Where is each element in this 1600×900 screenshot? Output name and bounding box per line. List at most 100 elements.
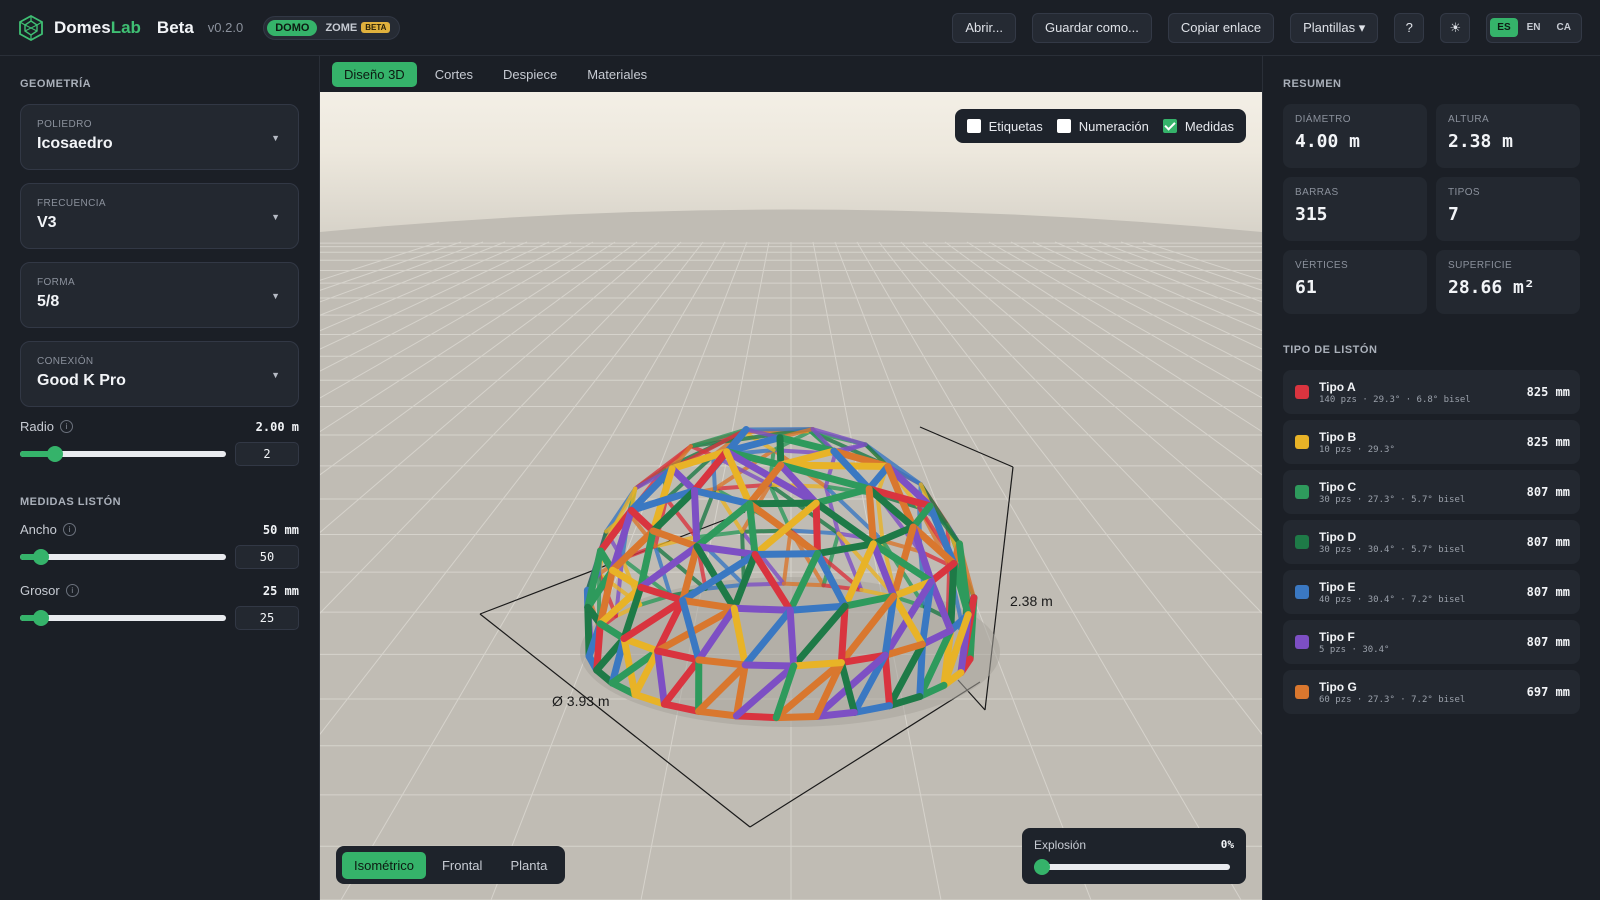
thickness-input[interactable]: 25 — [235, 606, 299, 630]
frequency-select[interactable]: FRECUENCIA V3 ▼ — [20, 183, 299, 249]
3d-viewport[interactable]: Ø 3.93 m 2.38 m Etiquetas Numeración Med… — [320, 92, 1262, 900]
dome-strut — [776, 434, 785, 469]
select-value: 5/8 — [37, 293, 60, 310]
lang-en[interactable]: EN — [1520, 18, 1548, 37]
checkbox-box[interactable] — [1056, 119, 1071, 133]
height-dimension-label: 2.38 m — [1010, 593, 1053, 609]
thickness-slider-row: 25 — [20, 606, 299, 630]
stat-label: ALTURA — [1448, 114, 1490, 125]
thickness-slider[interactable] — [20, 610, 226, 626]
info-icon[interactable]: i — [65, 584, 79, 597]
stat-value: 315 — [1295, 204, 1328, 225]
width-slider[interactable] — [20, 549, 226, 565]
radius-input[interactable]: 2 — [235, 442, 299, 466]
summary-stats: DIÁMETRO 4.00 m ALTURA 2.38 m BARRAS 315 TI… — [1283, 104, 1580, 314]
copy-link-button[interactable]: Copiar enlace — [1167, 12, 1275, 43]
top-actions: Abrir... Guardar como... Copiar enlace P… — [952, 12, 1582, 43]
stat-surface: SUPERFICIE 28.66 m² — [1436, 250, 1580, 314]
type-length: 807 mm — [1526, 485, 1570, 499]
type-detail: 30 pzs · 30.4° · 5.7° bisel — [1319, 544, 1466, 555]
tab-cuts[interactable]: Cortes — [423, 62, 485, 87]
select-value: V3 — [37, 214, 57, 231]
mode-toggle[interactable]: DOMO ZOME BETA — [263, 15, 401, 40]
checkbox-box[interactable] — [966, 119, 981, 133]
version-label: v0.2.0 — [207, 20, 244, 35]
strip-type-list: Tipo A 140 pzs · 29.3° · 6.8° bisel 825 mm… — [1283, 370, 1580, 714]
type-length: 825 mm — [1526, 385, 1570, 399]
strip-type-f[interactable]: Tipo F5 pzs · 30.4° 807 mm — [1283, 620, 1580, 664]
stat-vertices: VÉRTICES 61 — [1283, 250, 1427, 314]
strip-type-e[interactable]: Tipo E 40 pzs · 30.4° · 7.2° bisel 807 mm — [1283, 570, 1580, 614]
slider-thumb[interactable] — [32, 610, 49, 626]
chevron-down-icon: ▼ — [271, 291, 280, 301]
polyhedron-select[interactable]: POLIEDRO Icosaedro ▼ — [20, 104, 299, 170]
labels-checkbox[interactable]: Etiquetas — [966, 119, 1043, 134]
connection-select[interactable]: CONEXIÓN Good K Pro ▼ — [20, 341, 299, 407]
slider-thumb[interactable] — [1034, 859, 1050, 875]
shape-select[interactable]: FORMA 5/8 ▼ — [20, 262, 299, 328]
slider-thumb[interactable] — [32, 549, 49, 565]
info-icon[interactable]: i — [59, 420, 73, 433]
checkbox-label: Medidas — [1184, 118, 1234, 134]
select-label: POLIEDRO — [37, 119, 92, 130]
dome-strut — [812, 499, 821, 558]
tab-design-3d[interactable]: Diseño 3D — [332, 61, 417, 87]
dome-strut — [746, 499, 820, 508]
radius-label-text: Radio — [20, 419, 54, 434]
mode-domo[interactable]: DOMO — [267, 19, 318, 36]
select-value: Icosaedro — [37, 135, 113, 152]
strip-type-b[interactable]: Tipo B 10 pzs · 29.3° 825 mm — [1283, 420, 1580, 464]
info-icon[interactable]: i — [62, 523, 76, 536]
type-detail: 40 pzs · 30.4° · 7.2° bisel — [1319, 594, 1466, 605]
view-isometric-button[interactable]: Isométrico — [342, 851, 426, 879]
dome-strut — [751, 550, 821, 558]
main-tabs: Diseño 3D Cortes Despiece Materiales — [320, 56, 1262, 92]
explosion-slider[interactable] — [1034, 859, 1230, 875]
strip-type-c[interactable]: Tipo C 30 pzs · 27.3° · 5.7° bisel 807 mm — [1283, 470, 1580, 514]
numbering-checkbox[interactable]: Numeración — [1056, 119, 1149, 134]
type-detail: 60 pzs · 27.3° · 7.2° bisel — [1319, 694, 1466, 705]
explosion-value: 0% — [1220, 838, 1234, 851]
diameter-dimension-label: Ø 3.93 m — [552, 693, 610, 709]
stat-value: 61 — [1295, 277, 1317, 298]
tab-materials[interactable]: Materiales — [575, 62, 659, 87]
width-input[interactable]: 50 — [235, 545, 299, 569]
stat-types: TIPOS 7 — [1436, 177, 1580, 241]
templates-dropdown[interactable]: Plantillas ▾ — [1290, 12, 1379, 43]
radius-slider[interactable] — [20, 446, 226, 462]
open-button[interactable]: Abrir... — [952, 12, 1016, 43]
measures-checkbox[interactable]: Medidas — [1162, 118, 1234, 134]
stat-value: 7 — [1448, 204, 1459, 225]
chevron-down-icon: ▼ — [271, 212, 280, 222]
color-swatch — [1295, 435, 1309, 449]
stat-value: 2.38 m — [1448, 131, 1514, 152]
stat-label: DIÁMETRO — [1295, 114, 1351, 125]
dome-strut — [786, 602, 849, 614]
width-slider-row: 50 — [20, 545, 299, 569]
view-front-button[interactable]: Frontal — [430, 852, 494, 879]
strip-type-d[interactable]: Tipo D 30 pzs · 30.4° · 5.7° bisel 807 mm — [1283, 520, 1580, 564]
width-row: Ancho i 50 mm — [20, 522, 299, 537]
dome-strut — [865, 485, 877, 548]
lang-ca[interactable]: CA — [1550, 18, 1578, 37]
dome-strut — [695, 707, 740, 720]
theme-toggle-sun-icon[interactable]: ☀ — [1440, 12, 1471, 43]
slider-thumb[interactable] — [47, 446, 64, 462]
strip-type-a[interactable]: Tipo A 140 pzs · 29.3° · 6.8° bisel 825 mm — [1283, 370, 1580, 414]
radius-label: Radio i — [20, 419, 73, 434]
tab-breakdown[interactable]: Despiece — [491, 62, 569, 87]
view-plan-button[interactable]: Planta — [498, 852, 559, 879]
type-length: 807 mm — [1526, 635, 1570, 649]
app-name: DomesLab — [54, 18, 141, 38]
type-length: 697 mm — [1526, 685, 1570, 699]
help-button[interactable]: ? — [1394, 12, 1425, 43]
strip-type-g[interactable]: Tipo G 60 pzs · 27.3° · 7.2° bisel 697 mm — [1283, 670, 1580, 714]
checkbox-box-checked[interactable] — [1162, 119, 1177, 133]
width-label: Ancho i — [20, 522, 76, 537]
save-as-button[interactable]: Guardar como... — [1031, 12, 1152, 43]
type-name: Tipo E — [1319, 579, 1356, 594]
stat-diameter: DIÁMETRO 4.00 m — [1283, 104, 1427, 168]
mode-zome[interactable]: ZOME BETA — [317, 20, 396, 36]
type-length: 825 mm — [1526, 435, 1570, 449]
lang-es[interactable]: ES — [1490, 18, 1518, 37]
